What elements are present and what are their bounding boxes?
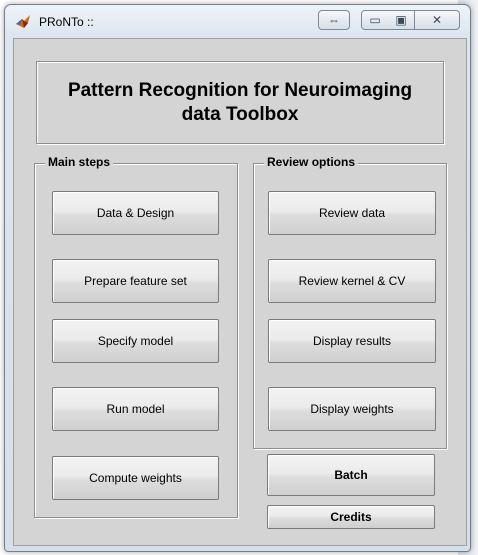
double-arrow-icon: ⇔ (328, 13, 340, 27)
review-options-label: Review options (264, 155, 359, 169)
maximize-icon: ▣ (395, 13, 407, 27)
compute-weights-button[interactable]: Compute weights (52, 456, 219, 500)
run-model-button[interactable]: Run model (52, 387, 219, 431)
data-design-button[interactable]: Data & Design (52, 191, 219, 235)
close-icon: ✕ (431, 13, 443, 27)
minimize-icon: ▭ (369, 13, 381, 27)
restore-arrows-button[interactable]: ⇔ (318, 10, 350, 30)
pronto-window: PRoNTo :: ⇔ ▭ ▣ ✕ Pattern Recognition fo… (4, 4, 471, 552)
review-data-button[interactable]: Review data (268, 191, 436, 235)
window-title: PRoNTo :: (39, 15, 94, 29)
main-steps-label: Main steps (45, 155, 114, 169)
figure-client-area: Pattern Recognition for Neuroimaging dat… (13, 38, 467, 546)
toolbox-title: Pattern Recognition for Neuroimaging dat… (37, 62, 443, 143)
display-weights-button[interactable]: Display weights (268, 387, 436, 431)
prepare-feature-set-button[interactable]: Prepare feature set (52, 259, 219, 303)
batch-button[interactable]: Batch (267, 454, 435, 496)
review-kernel-cv-button[interactable]: Review kernel & CV (268, 259, 436, 303)
display-results-button[interactable]: Display results (268, 319, 436, 363)
header-panel: Pattern Recognition for Neuroimaging dat… (36, 61, 444, 144)
main-steps-group: Main steps Data & Design Prepare feature… (34, 155, 238, 518)
toolbox-title-line2: data Toolbox (181, 103, 299, 125)
credits-button[interactable]: Credits (267, 505, 435, 529)
toolbox-title-line1: Pattern Recognition for Neuroimaging (67, 79, 413, 101)
review-options-group: Review options Review data Review kernel… (253, 155, 447, 449)
matlab-icon (16, 15, 30, 28)
minimize-button[interactable]: ▭ (361, 10, 389, 30)
title-bar[interactable]: PRoNTo :: ⇔ ▭ ▣ ✕ (5, 5, 470, 37)
close-button[interactable]: ✕ (415, 10, 460, 30)
specify-model-button[interactable]: Specify model (52, 319, 219, 363)
maximize-button[interactable]: ▣ (388, 10, 415, 30)
